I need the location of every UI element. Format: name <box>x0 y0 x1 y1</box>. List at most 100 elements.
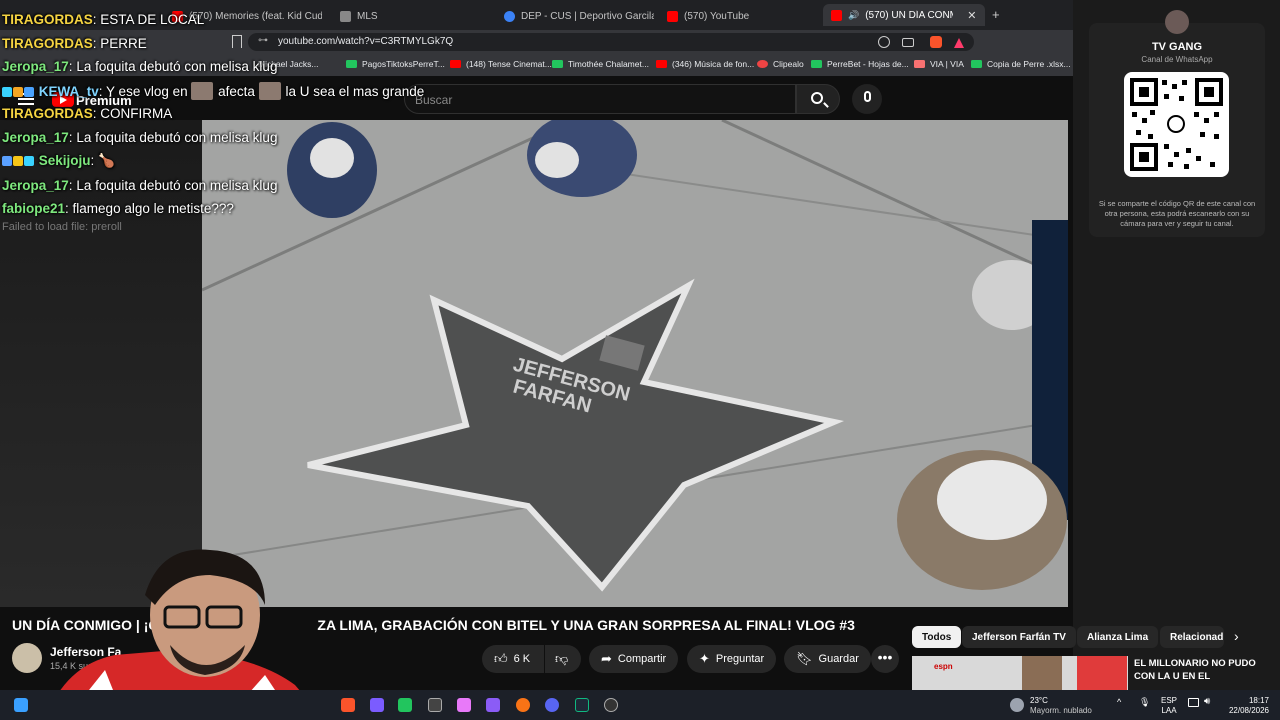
site-info-icon[interactable]: ⊶ <box>258 35 268 46</box>
chat-username: Jeropa_17 <box>2 130 69 145</box>
whatsapp-channel-name: TV GANG <box>1151 41 1203 53</box>
bookmark-item[interactable]: (346) Música de fon... <box>656 59 754 69</box>
url-text: youtube.com/watch?v=C3RTMYLGk7Q <box>278 36 454 47</box>
share-button[interactable]: ➦ Compartir <box>589 645 679 673</box>
tab-mls[interactable]: MLS <box>340 6 490 26</box>
bookmark-item[interactable]: PagosTiktoksPerreT... <box>346 59 445 69</box>
thumbs-up-icon: 👍︎ <box>494 651 508 666</box>
microphone-tray-icon[interactable]: 🎙︎ <box>1139 697 1150 708</box>
chat-username: KEWA_tv <box>38 84 99 99</box>
search-input[interactable]: Buscar <box>404 84 796 114</box>
related-video-thumbnail[interactable]: espn <box>912 656 1128 690</box>
ask-button[interactable]: ✦ Preguntar <box>687 645 777 673</box>
save-button[interactable]: 🔖︎ Guardar <box>784 645 871 673</box>
bookmark-label: Clipealo <box>773 59 804 69</box>
network-icon[interactable] <box>1188 698 1199 707</box>
chat-message: Jeropa_17: La foquita debutó con melisa … <box>2 130 278 145</box>
windows-taskbar <box>0 690 1280 720</box>
zoom-icon[interactable] <box>878 36 890 48</box>
more-actions-icon[interactable]: ••• <box>871 645 899 673</box>
terminal-icon[interactable] <box>575 698 589 712</box>
layout-code: LAA <box>1161 706 1177 715</box>
tab-active-video[interactable]: 🔊 (570) UN DÍA CONMIGO | ¡GU ✕ <box>823 4 985 26</box>
tab-label: DEP - CUS | Deportivo Garcilaso vs C <box>521 10 654 22</box>
video-pillarbox <box>0 120 202 607</box>
search-button[interactable] <box>796 84 840 114</box>
chat-message: TIRAGORDAS: ESTA DE LOCAL <box>2 12 205 27</box>
close-tab-icon[interactable]: ✕ <box>967 9 976 22</box>
windows-start-icon[interactable] <box>14 698 28 712</box>
tab-label: (570) Memories (feat. Kid Cudi) - You <box>189 10 322 22</box>
espn-logo: espn <box>934 662 953 671</box>
bookmark-item[interactable]: VIA | VIA <box>914 59 964 69</box>
bookmark-label: Copia de Perre .xlsx... <box>987 59 1071 69</box>
volume-icon[interactable]: 🔊︎ <box>1204 696 1210 707</box>
tab-youtube-home[interactable]: (570) YouTube <box>667 6 817 26</box>
obs-icon[interactable] <box>604 698 618 712</box>
thumbnail-panel <box>1077 656 1127 690</box>
brave-browser-icon[interactable] <box>341 698 355 712</box>
bookmark-label: (148) Tense Cinemat... <box>466 59 552 69</box>
brave-shield-icon[interactable] <box>930 36 942 48</box>
bookmark-item[interactable]: (148) Tense Cinemat... <box>450 59 552 69</box>
subscriber-badge-icon <box>24 156 34 166</box>
input-language[interactable]: ESP LAA <box>1161 696 1177 716</box>
chat-message: fabiope21: flamego algo le metiste??? <box>2 201 234 216</box>
omnibox[interactable]: ⊶ youtube.com/watch?v=C3RTMYLGk7Q <box>248 33 974 51</box>
voice-search-button[interactable] <box>852 84 882 114</box>
photos-icon[interactable] <box>457 698 471 712</box>
chat-text: La foquita debutó con melisa klug <box>76 59 278 74</box>
like-button[interactable]: 👍︎ 6 K <box>482 645 544 673</box>
screen: (570) Memories (feat. Kid Cudi) - You ML… <box>0 0 1280 720</box>
chip-channel[interactable]: Jefferson Farfán TV <box>962 626 1076 648</box>
youtube-favicon-icon <box>656 60 667 68</box>
weather-cloud-icon[interactable] <box>1010 698 1024 712</box>
bookmark-label: PerreBet - Hojas de... <box>827 59 909 69</box>
chat-username: Jeropa_17 <box>2 59 69 74</box>
chat-message: TIRAGORDAS: CONFIRMA <box>2 106 173 121</box>
sheets-icon <box>971 60 982 68</box>
video-player[interactable]: JEFFERSON FARFAN <box>202 120 1068 607</box>
editor-icon[interactable] <box>486 698 500 712</box>
chat-text: la U sea el mas grande <box>285 84 425 99</box>
play-icon[interactable] <box>398 698 412 712</box>
new-tab-icon[interactable]: + <box>992 7 1000 22</box>
bookmark-label: Timothée Chalamet... <box>568 59 649 69</box>
via-icon <box>914 60 925 68</box>
related-video-title[interactable]: EL MILLONARIO NO PUDO CON LA U EN EL <box>1134 657 1274 683</box>
bookmark-item[interactable]: Clipealo <box>757 59 804 69</box>
chip-all[interactable]: Todos <box>912 626 962 648</box>
tab-dep-cus[interactable]: DEP - CUS | Deportivo Garcilaso vs C <box>504 6 654 26</box>
cast-icon[interactable] <box>902 38 914 47</box>
bookmark-item[interactable]: Timothée Chalamet... <box>552 59 649 69</box>
brave-rewards-icon[interactable] <box>953 36 965 48</box>
bookmark-item[interactable]: PerreBet - Hojas de... <box>811 59 909 69</box>
app-grid-icon[interactable] <box>370 698 384 712</box>
search-icon <box>811 92 823 104</box>
chevron-up-icon[interactable]: ^ <box>1117 697 1121 707</box>
clipealo-icon <box>757 60 768 68</box>
chat-text: Y ese vlog en <box>106 84 188 99</box>
bookmark-label: VIA | VIA <box>930 59 964 69</box>
chevron-right-icon[interactable]: › <box>1234 628 1239 644</box>
thumbnail-face <box>1022 656 1062 690</box>
bookmark-label: (346) Música de fon... <box>672 59 755 69</box>
dislike-button[interactable]: 👎︎ <box>545 645 581 673</box>
bookmark-label: PagosTiktoksPerreT... <box>362 59 445 69</box>
emote-icon <box>258 82 281 100</box>
like-count: 6 K <box>513 653 531 665</box>
bookmark-icon[interactable] <box>232 35 242 48</box>
youtube-favicon-icon <box>450 60 461 68</box>
chip-alianza[interactable]: Alianza Lima <box>1077 626 1159 648</box>
chip-related[interactable]: Relacionad <box>1160 626 1224 648</box>
discord-icon[interactable] <box>545 698 559 712</box>
chat-username: TIRAGORDAS <box>2 36 93 51</box>
system-clock[interactable]: 18:17 22/08/2026 <box>1225 696 1269 716</box>
app-icon[interactable] <box>428 698 442 712</box>
capture-icon[interactable] <box>516 698 530 712</box>
bookmark-item[interactable]: Copia de Perre .xlsx... <box>971 59 1071 69</box>
clock-time: 18:17 <box>1248 696 1269 705</box>
whatsapp-channel-subtitle: Canal de WhatsApp <box>1141 55 1213 64</box>
chat-message: KEWA_tv: Y ese vlog en afecta la U sea e… <box>2 82 424 100</box>
chat-username: Sekijoju <box>38 153 91 168</box>
